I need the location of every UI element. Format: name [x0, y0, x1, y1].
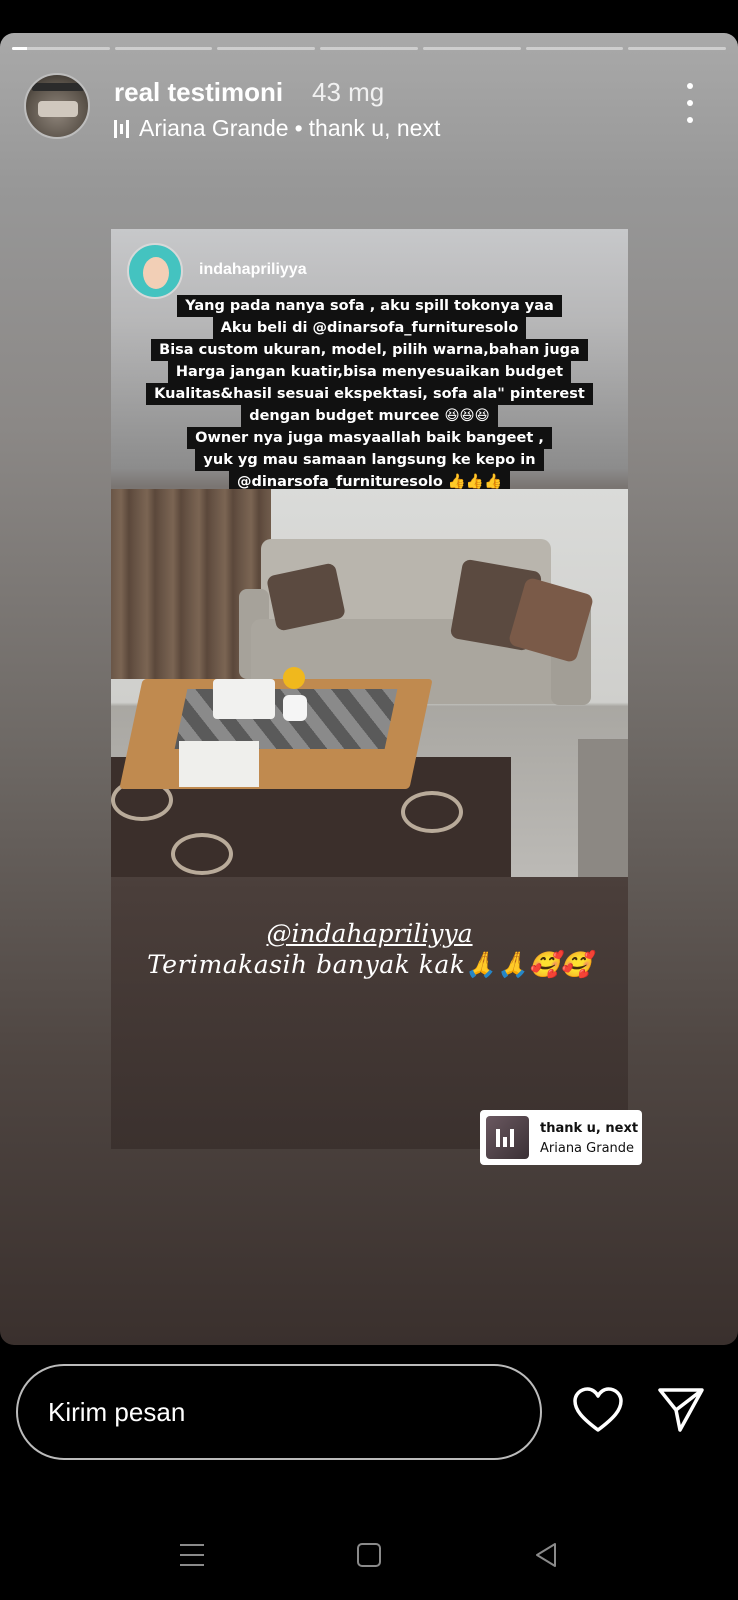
overlay-text-block: @indahapriliyya Terimakasih banyak kak🙏🙏… — [111, 919, 628, 980]
story-viewer[interactable]: real testimoni 43 mg Ariana Grande • tha… — [0, 33, 738, 1345]
repost-caption: Yang pada nanya sofa , aku spill tokonya… — [111, 295, 628, 493]
rug-pattern-graphic — [401, 791, 463, 833]
story-progress — [12, 47, 727, 50]
story-progress-segment — [114, 47, 213, 50]
tissue-box-graphic — [213, 679, 275, 719]
reposted-story-card: indahapriliyya Yang pada nanya sofa , ak… — [111, 229, 628, 1149]
more-vertical-icon — [687, 83, 693, 89]
caption-line: Kualitas&hasil sesuai ekspektasi, sofa a… — [146, 383, 593, 405]
story-progress-segment — [628, 47, 727, 50]
message-input[interactable] — [48, 1366, 508, 1458]
side-sofa-graphic — [578, 739, 628, 877]
overlay-handle[interactable]: @indahapriliyya — [111, 919, 628, 948]
reply-field[interactable] — [16, 1364, 542, 1460]
story-progress-fill — [12, 47, 27, 50]
music-bars-icon — [114, 119, 129, 138]
overlay-thanks: Terimakasih banyak kak🙏🙏🥰🥰 — [147, 950, 592, 979]
back-icon — [536, 1543, 556, 1567]
repost-avatar — [127, 243, 183, 299]
sticker-artist-name: Ariana Grande — [540, 1141, 635, 1156]
like-button[interactable] — [572, 1386, 624, 1434]
caption-line: yuk yg mau samaan langsung ke kepo in — [195, 449, 544, 471]
home-icon — [357, 1543, 381, 1567]
system-navigation-bar — [0, 1530, 738, 1580]
recent-apps-icon — [180, 1544, 204, 1566]
story-progress-segment — [422, 47, 521, 50]
avatar-sofa-graphic — [38, 101, 78, 117]
sticker-song-title: thank u, next — [540, 1121, 639, 1136]
music-artist: Ariana Grande — [139, 115, 289, 141]
profile-avatar[interactable] — [24, 73, 90, 139]
story-timestamp: 43 mg — [312, 77, 385, 107]
caption-line: dengan budget murcee 😆😆😆 — [241, 405, 498, 427]
music-song: thank u, next — [308, 115, 441, 141]
caption-line: Aku beli di @dinarsofa_furnituresolo — [212, 317, 527, 339]
home-button[interactable] — [339, 1530, 399, 1580]
album-art — [486, 1116, 529, 1159]
share-button[interactable] — [656, 1386, 706, 1434]
story-progress-segment — [525, 47, 624, 50]
more-vertical-icon — [687, 100, 693, 106]
caption-line: Harga jangan kuatir,bisa menyesuaikan bu… — [167, 361, 572, 383]
table-drawer-graphic — [179, 741, 259, 787]
more-options-button[interactable] — [680, 83, 700, 123]
send-icon — [658, 1388, 704, 1432]
flower-graphic — [283, 667, 305, 689]
sofa-photo — [111, 489, 628, 877]
caption-line: Owner nya juga masyaallah baik bangeet , — [187, 427, 552, 449]
story-username[interactable]: real testimoni — [114, 77, 283, 108]
avatar-banner-graphic — [32, 83, 84, 91]
story-music-attribution[interactable]: Ariana Grande • thank u, next — [114, 115, 440, 142]
caption-line: Bisa custom ukuran, model, pilih warna,b… — [151, 339, 588, 361]
story-progress-segment — [12, 47, 110, 50]
rug-pattern-graphic — [171, 833, 233, 875]
repost-username: indahapriliyya — [199, 261, 307, 278]
vase-graphic — [283, 695, 307, 721]
music-separator: • — [294, 115, 303, 141]
caption-line: Yang pada nanya sofa , aku spill tokonya… — [177, 295, 562, 317]
recent-apps-button[interactable] — [162, 1530, 222, 1580]
story-header: real testimoni 43 mg Ariana Grande • tha… — [24, 73, 714, 143]
story-progress-segment — [320, 47, 418, 50]
music-sticker[interactable]: thank u, next Ariana Grande — [480, 1110, 642, 1165]
back-button[interactable] — [516, 1530, 576, 1580]
avatar-face-graphic — [143, 257, 169, 289]
story-progress-segment — [217, 47, 316, 50]
music-bars-icon — [496, 1129, 514, 1147]
more-vertical-icon — [687, 117, 693, 123]
heart-icon — [573, 1387, 623, 1432]
